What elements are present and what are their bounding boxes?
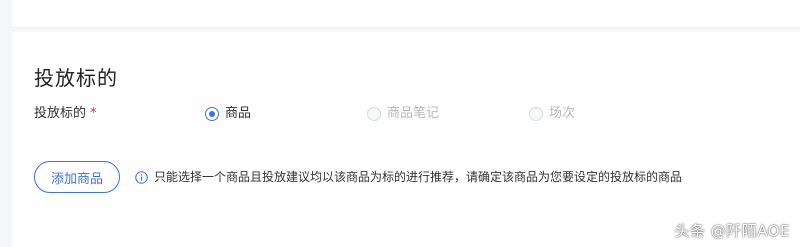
add-product-button[interactable]: 添加商品 — [34, 161, 120, 193]
radio-unchecked-icon — [529, 107, 543, 121]
radio-option-label: 商品笔记 — [387, 106, 440, 121]
radio-option-product-note[interactable]: 商品笔记 — [367, 105, 439, 123]
top-panel-edge — [12, 0, 800, 28]
target-field-label: 投放标的 * — [34, 105, 97, 123]
watermark: 头条 @阡陌AOE — [674, 222, 790, 240]
hint-message: 只能选择一个商品且投放建议均以该商品为标的进行推荐，请确定该商品为您要设定的投放… — [135, 169, 682, 186]
radio-option-label: 场次 — [549, 106, 576, 121]
required-mark: * — [90, 106, 97, 121]
target-field-label-text: 投放标的 — [34, 106, 87, 121]
target-settings-card: 投放标的 投放标的 * 商品 商品笔记 场次 添加商品 只能选择一个商品且投放建议… — [12, 32, 800, 247]
radio-unchecked-icon — [367, 107, 381, 121]
info-icon — [135, 171, 148, 184]
radio-option-session[interactable]: 场次 — [529, 105, 575, 123]
section-title: 投放标的 — [34, 66, 118, 90]
radio-option-label: 商品 — [225, 106, 252, 121]
radio-option-product[interactable]: 商品 — [205, 105, 251, 123]
hint-text: 只能选择一个商品且投放建议均以该商品为标的进行推荐，请确定该商品为您要设定的投放… — [154, 170, 683, 184]
radio-checked-icon — [205, 107, 219, 121]
